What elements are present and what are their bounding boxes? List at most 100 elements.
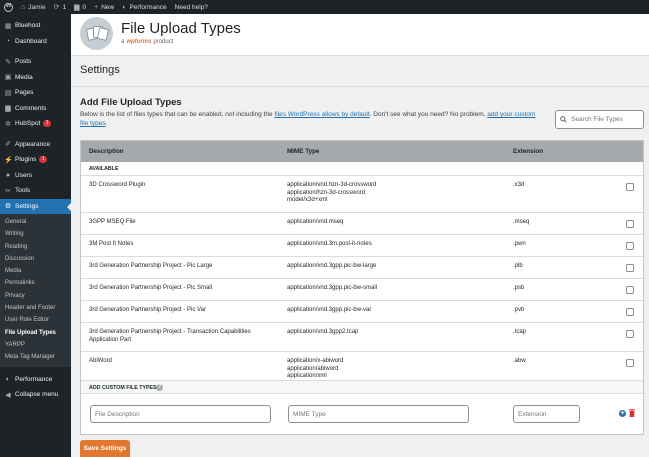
sidebar-item-label: Bluehost: [15, 22, 41, 30]
row-extension: .pvb: [513, 307, 525, 313]
performance-icon: ◐: [5, 375, 11, 383]
submenu-item-general[interactable]: General: [0, 216, 71, 228]
submenu-item-header-footer[interactable]: Header and Footer: [0, 302, 71, 314]
sidebar-item-users[interactable]: ● Users: [0, 168, 71, 184]
column-header-description: Description: [89, 148, 124, 155]
sidebar-item-appearance[interactable]: ✐ Appearance: [0, 137, 71, 153]
wordpress-icon: [4, 2, 13, 12]
comments-count: 0: [82, 3, 87, 11]
sidebar-item-label: Tools: [15, 187, 31, 195]
sidebar-item-label: Dashboard: [15, 37, 47, 45]
sidebar-item-comments[interactable]: ▆ Comments: [0, 101, 71, 117]
submenu-item-permalinks[interactable]: Permalinks: [0, 277, 71, 289]
sidebar-item-label: Collapse menu: [15, 391, 59, 399]
row-description: 3rd Generation Partnership Project - Pic…: [89, 307, 206, 313]
plugin-title: File Upload Types: [121, 20, 241, 37]
admin-bar: ⌂ Jamie ⟳ 1 ▆ 0 + New ◐ Performance Need…: [0, 0, 649, 14]
plugin-byline: a wpforms product: [121, 39, 173, 45]
submenu-item-file-upload-types[interactable]: File Upload Types: [0, 327, 71, 339]
enable-checkbox[interactable]: [626, 308, 634, 316]
row-mime: application/vnd.3gpp2.tcap: [287, 329, 359, 335]
sidebar-item-posts[interactable]: ✎ Posts: [0, 54, 71, 70]
sidebar-item-media[interactable]: ▣ Media: [0, 70, 71, 86]
site-name: Jamie: [28, 3, 46, 11]
custom-mime-input[interactable]: [288, 405, 469, 423]
page-title: Settings: [80, 64, 120, 76]
row-extension: .tcap: [513, 329, 527, 335]
submenu-item-user-role-editor[interactable]: User Role Editor: [0, 314, 71, 326]
help-icon[interactable]: ?: [156, 384, 163, 391]
sidebar-item-performance[interactable]: ◐ Performance: [0, 372, 71, 388]
performance-link[interactable]: ◐ Performance: [118, 0, 170, 14]
sidebar-item-bluehost[interactable]: ▦ Bluehost: [0, 18, 71, 34]
enable-checkbox[interactable]: [626, 242, 634, 250]
submenu-item-writing[interactable]: Writing: [0, 228, 71, 240]
plugins-badge: 1: [39, 156, 48, 164]
media-icon: ▣: [4, 74, 12, 82]
submenu-item-discussion[interactable]: Discussion: [0, 253, 71, 265]
row-extension: .abw: [513, 358, 526, 364]
sidebar-item-tools[interactable]: ✂ Tools: [0, 183, 71, 199]
byline-suffix: product: [153, 39, 174, 45]
submenu-item-yarpp[interactable]: YARPP: [0, 339, 71, 351]
enable-checkbox[interactable]: [626, 286, 634, 294]
sidebar-item-hubspot[interactable]: ✲ HubSpot 1: [0, 116, 71, 132]
enable-checkbox[interactable]: [626, 330, 634, 338]
row-description: 3GPP MSEQ File: [89, 219, 136, 225]
updates-link[interactable]: ⟳ 1: [50, 0, 71, 14]
enable-checkbox[interactable]: [626, 359, 634, 367]
row-mime: application/vnd.3gpp.pic-bw-small: [287, 285, 378, 291]
custom-extension-input[interactable]: [513, 405, 580, 423]
sidebar-item-plugins[interactable]: ⚡ Plugins 1: [0, 152, 71, 168]
wp-logo-menu[interactable]: [0, 0, 17, 14]
help-link[interactable]: Need help?: [171, 0, 212, 14]
settings-icon: ⚙: [4, 203, 12, 211]
custom-label-text: ADD CUSTOM FILE TYPES: [89, 385, 157, 391]
trash-icon[interactable]: [629, 409, 635, 417]
column-header-mime: MIME Type: [287, 148, 320, 155]
table-row: 3M Post It Notes application/vnd.3m.post…: [81, 235, 643, 257]
sidebar-item-label: HubSpot: [15, 120, 41, 128]
add-row-icon[interactable]: +: [619, 410, 626, 417]
plus-icon: +: [94, 3, 99, 11]
sidebar-item-label: Pages: [15, 89, 34, 97]
submenu-item-privacy[interactable]: Privacy: [0, 290, 71, 302]
collapse-menu-button[interactable]: ◀ Collapse menu: [0, 387, 71, 403]
search-input[interactable]: [571, 116, 639, 123]
sidebar-item-pages[interactable]: ▤ Pages: [0, 85, 71, 101]
wp-default-files-link[interactable]: files WordPress allows by default: [274, 111, 369, 118]
table-row: 3rd Generation Partnership Project - Pic…: [81, 279, 643, 301]
custom-description-input[interactable]: [90, 405, 271, 423]
submenu-item-media[interactable]: Media: [0, 265, 71, 277]
row-description: 3M Post It Notes: [89, 241, 134, 247]
row-description: 3rd Generation Partnership Project - Pic…: [89, 285, 213, 291]
site-name-link[interactable]: ⌂ Jamie: [17, 0, 50, 14]
enable-checkbox[interactable]: [626, 220, 634, 228]
hubspot-badge: 1: [43, 120, 52, 128]
submenu-item-meta-tag-manager[interactable]: Meta Tag Manager: [0, 351, 71, 363]
custom-types-label: ADD CUSTOM FILE TYPES ?: [81, 380, 643, 394]
sidebar-item-settings[interactable]: ⚙ Settings: [0, 198, 71, 214]
intro-part: . Don't see what you need? No problem,: [369, 111, 488, 118]
bluehost-icon: ▦: [4, 22, 12, 30]
intro-part: .: [105, 120, 108, 127]
submenu-item-reading[interactable]: Reading: [0, 241, 71, 253]
pin-icon: ✎: [5, 58, 11, 66]
new-content-link[interactable]: + New: [90, 0, 118, 14]
sidebar-item-dashboard[interactable]: ◔ Dashboard: [0, 34, 71, 50]
collapse-icon: ◀: [5, 391, 11, 399]
table-row: AbiWord application/x-abiword applicatio…: [81, 352, 643, 380]
search-box[interactable]: [555, 110, 644, 129]
row-extension: .psb: [513, 285, 525, 291]
row-mime: application/x-abiword application/abiwor…: [287, 358, 344, 379]
wpforms-logo: wpforms: [126, 39, 152, 45]
enable-checkbox[interactable]: [626, 183, 634, 191]
row-description: 3D Crossword Plugin: [89, 182, 146, 188]
row-description: AbiWord: [89, 358, 112, 364]
comments-link[interactable]: ▆ 0: [70, 0, 90, 14]
enable-checkbox[interactable]: [626, 264, 634, 272]
divider: [71, 86, 649, 87]
save-settings-button[interactable]: Save Settings: [80, 440, 130, 457]
comment-icon: ▆: [5, 105, 11, 113]
row-extension: .mseq: [513, 219, 530, 225]
